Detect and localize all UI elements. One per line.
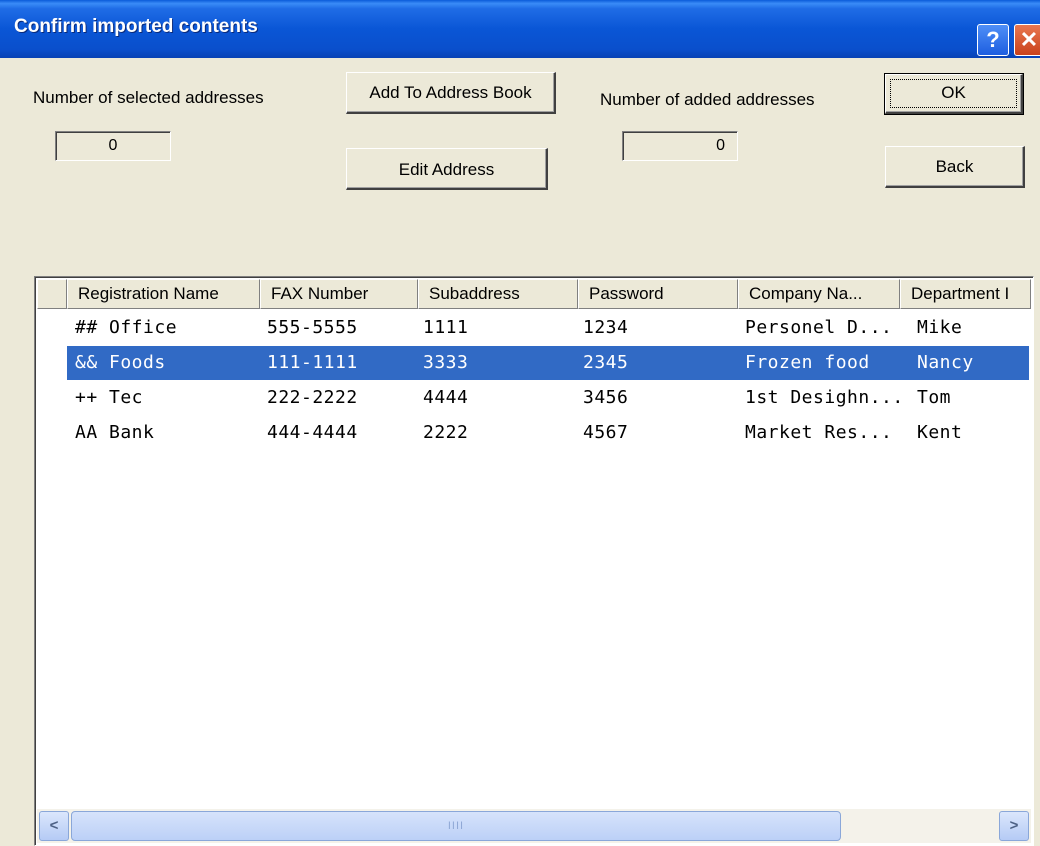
header-subaddress[interactable]: Subaddress [418, 279, 578, 309]
table-header-corner [37, 279, 67, 309]
scroll-left-icon[interactable]: < [39, 811, 69, 841]
cell-password: 2345 [583, 352, 629, 373]
cell-password: 4567 [583, 422, 629, 443]
horizontal-scrollbar[interactable]: < IIII > [37, 809, 1031, 843]
cell-subaddress: 2222 [423, 422, 469, 443]
cell-subaddress: 4444 [423, 387, 469, 408]
close-icon[interactable]: ✕ [1014, 24, 1040, 56]
cell-department: Kent [917, 422, 963, 443]
edit-address-button[interactable]: Edit Address [346, 148, 548, 190]
cell-password: 1234 [583, 317, 629, 338]
header-password[interactable]: Password [578, 279, 738, 309]
cell-fax-number: 111-1111 [267, 352, 358, 373]
cell-company-name: 1st Desighn... [745, 387, 904, 408]
header-fax-number[interactable]: FAX Number [260, 279, 418, 309]
cell-department: Nancy [917, 352, 974, 373]
cell-registration-name: ## Office [75, 317, 178, 338]
cell-fax-number: 555-5555 [267, 317, 358, 338]
selected-count-field: 0 [55, 131, 171, 161]
cell-fax-number: 222-2222 [267, 387, 358, 408]
header-registration-name[interactable]: Registration Name [67, 279, 260, 309]
edit-button-label: Edit Address [398, 160, 495, 179]
cell-department: Mike [917, 317, 963, 338]
header-department[interactable]: Department I [900, 279, 1031, 309]
table-row[interactable]: && Foods 111-1111 3333 2345 Frozen food … [67, 346, 1029, 380]
selected-addresses-label: Number of selected addresses [33, 88, 264, 107]
ok-button[interactable]: OK [884, 73, 1024, 115]
table-row[interactable]: ++ Tec 222-2222 4444 3456 1st Desighn...… [67, 381, 1029, 415]
added-count-field: 0 [622, 131, 738, 161]
cell-company-name: Personel D... [745, 317, 893, 338]
cell-password: 3456 [583, 387, 629, 408]
cell-department: Tom [917, 387, 952, 408]
add-button-label: Add To Address Book [369, 83, 532, 102]
back-button-label: Back [935, 157, 974, 176]
scroll-right-icon[interactable]: > [999, 811, 1029, 841]
scrollbar-thumb[interactable]: IIII [71, 811, 841, 841]
table-row[interactable]: AA Bank 444-4444 2222 4567 Market Res...… [67, 416, 1029, 450]
cell-registration-name: ++ Tec [75, 387, 144, 408]
cell-fax-number: 444-4444 [267, 422, 358, 443]
table-row[interactable]: ## Office 555-5555 1111 1234 Personel D.… [67, 311, 1029, 345]
add-to-address-book-button[interactable]: Add To Address Book [346, 72, 556, 114]
cell-registration-name: && Foods [75, 352, 166, 373]
address-table[interactable]: Registration Name FAX Number Subaddress … [34, 276, 1034, 846]
back-button[interactable]: Back [885, 146, 1025, 188]
cell-company-name: Market Res... [745, 422, 893, 443]
scrollbar-grip: IIII [447, 820, 465, 832]
cell-subaddress: 1111 [423, 317, 469, 338]
cell-registration-name: AA Bank [75, 422, 155, 443]
window-title: Confirm imported contents [14, 16, 258, 37]
dialog-body: Number of selected addresses 0 Add To Ad… [8, 58, 1040, 846]
added-addresses-label: Number of added addresses [600, 90, 815, 109]
cell-company-name: Frozen food [745, 352, 870, 373]
header-company-name[interactable]: Company Na... [738, 279, 900, 309]
title-bar: Confirm imported contents ? ✕ [0, 0, 1040, 58]
ok-focus-ring [890, 79, 1017, 108]
help-icon[interactable]: ? [977, 24, 1009, 56]
cell-subaddress: 3333 [423, 352, 469, 373]
